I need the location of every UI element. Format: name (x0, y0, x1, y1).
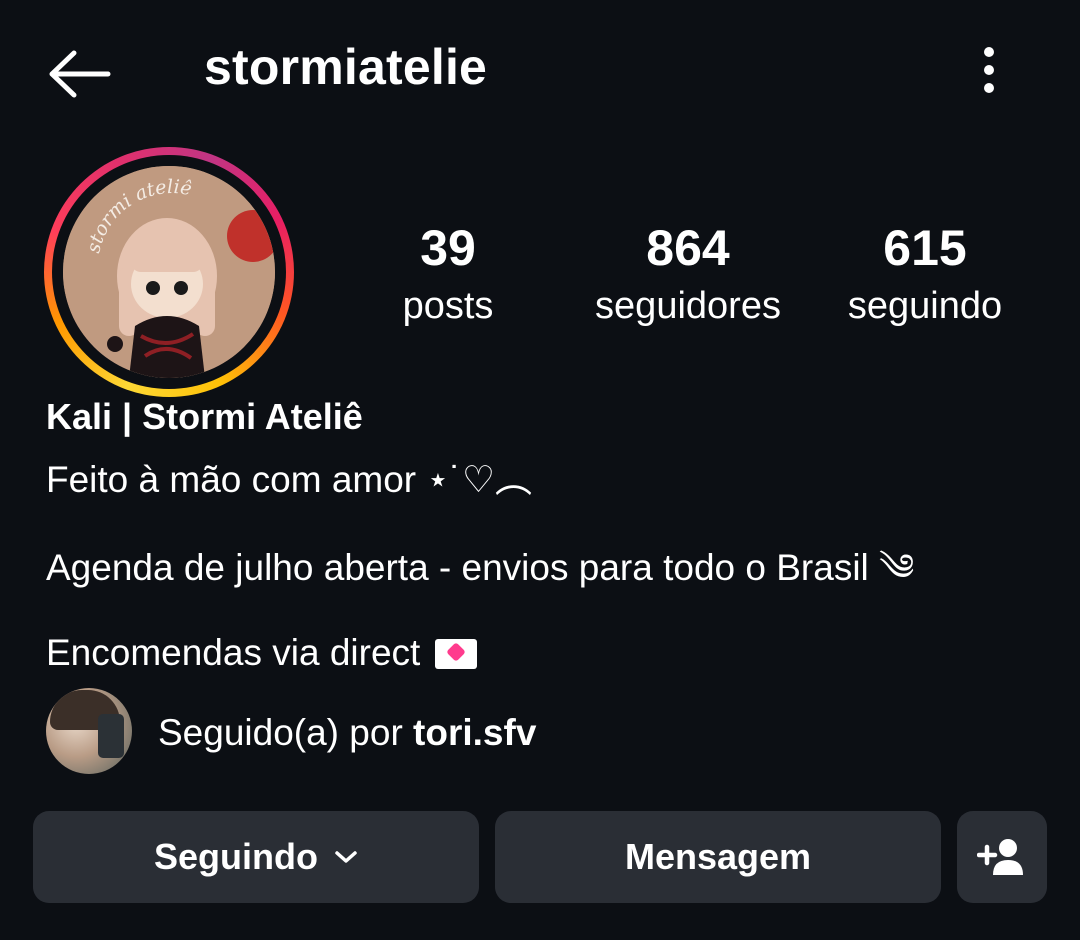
followed-by-text[interactable]: Seguido(a) por tori.sfv (158, 712, 536, 754)
back-button[interactable] (44, 44, 114, 104)
add-person-icon (977, 839, 1023, 875)
followers-stat[interactable]: 864 seguidores (578, 218, 798, 332)
bio-line-3: Encomendas via direct (46, 632, 477, 674)
bio-line-2: Agenda de julho aberta - envios para tod… (46, 547, 915, 588)
bio-line-3-text: Encomendas via direct (46, 632, 421, 673)
story-ring[interactable]: stormi ateliê (44, 147, 294, 397)
bio-line-1: Feito à mão com amor ⋆˙♡︵ (46, 459, 533, 500)
more-options-button[interactable] (964, 40, 1014, 100)
followers-label: seguidores (595, 285, 781, 327)
arrow-left-icon (49, 50, 111, 98)
following-label: seguindo (847, 285, 1003, 327)
message-button-label: Mensagem (624, 836, 812, 877)
love-letter-icon (434, 639, 477, 669)
message-button[interactable]: Mensagem (495, 811, 941, 903)
chevron-down-icon (334, 849, 358, 865)
posts-label: posts (402, 285, 494, 327)
posts-count: 39 (420, 220, 476, 276)
crochet-doll-image: stormi ateliê (63, 166, 275, 378)
more-vertical-icon (984, 47, 994, 93)
followed-by-user: tori.sfv (413, 712, 537, 753)
phone-icon (98, 714, 124, 758)
follower-avatar[interactable] (46, 688, 132, 774)
suggested-users-button[interactable] (957, 811, 1047, 903)
followers-count: 864 (646, 220, 730, 276)
profile-avatar: stormi ateliê (63, 166, 275, 378)
following-button[interactable]: Seguindo (33, 811, 479, 903)
following-button-label: Seguindo (154, 836, 318, 877)
following-stat[interactable]: 615 seguindo (830, 218, 1020, 332)
profile-username: stormiatelie (204, 39, 488, 95)
following-count: 615 (883, 220, 967, 276)
followed-by-prefix: Seguido(a) por (158, 712, 414, 753)
display-name: Kali | Stormi Ateliê (46, 396, 363, 437)
posts-stat[interactable]: 39 posts (378, 218, 518, 332)
